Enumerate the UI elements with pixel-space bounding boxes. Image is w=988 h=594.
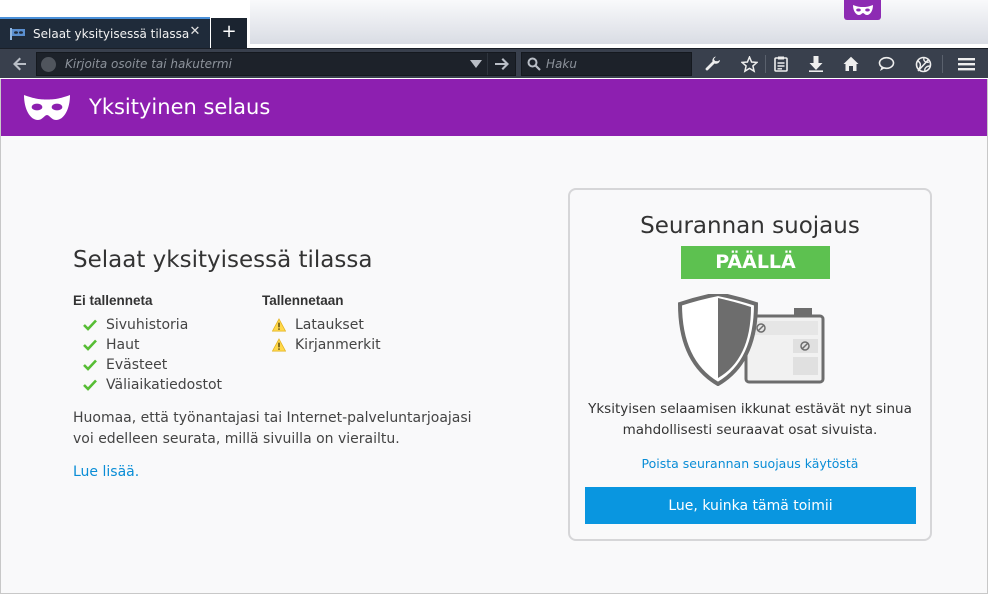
tracking-globe-icon[interactable] [910,49,936,79]
tracking-protection-card: Seurannan suojaus PÄÄLLÄ Yksityisen sela… [568,188,932,541]
home-icon[interactable] [838,49,864,79]
site-identity-icon[interactable] [41,57,56,72]
search-bar[interactable] [521,52,692,76]
private-browsing-header: Yksityinen selaus [1,79,987,136]
list-item: Haut [73,335,262,355]
tab-title: Selaat yksityisessä tilassa [33,26,190,41]
not-saved-heading: Ei tallenneta [73,293,153,308]
saved-heading: Tallennetaan [262,293,344,308]
reading-list-icon[interactable] [768,49,794,79]
list-item: Evästeet [73,355,262,375]
chat-bubble-icon[interactable] [873,49,899,79]
browser-window: Selaat yksityisessä tilassa ✕ + Kirjoita… [0,0,988,594]
back-icon[interactable] [6,49,34,79]
list-item: Kirjanmerkit [262,335,451,355]
check-icon [83,358,97,372]
private-browsing-indicator-icon [844,0,881,20]
not-saved-column: Ei tallenneta Sivuhistoria Haut Evästeet… [73,293,262,395]
tracking-protection-description: Yksityisen selaamisen ikkunat estävät ny… [588,401,912,438]
warning-icon [272,318,286,332]
downloads-icon[interactable] [803,49,829,79]
url-history-dropdown-icon[interactable] [465,53,487,75]
tracking-note: Huomaa, että työnantajasi tai Internet-p… [73,410,472,447]
menu-hamburger-icon[interactable] [952,49,980,79]
tracking-protection-heading: Seurannan suojaus [640,213,860,239]
disable-tracking-protection-link[interactable]: Poista seurannan suojaus käytöstä [570,456,930,471]
check-icon [83,318,97,332]
private-info-section: Selaat yksityisessä tilassa Ei tallennet… [73,247,513,480]
tab-close-icon[interactable]: ✕ [189,25,201,38]
list-item: Lataukset [262,315,451,335]
list-item: Sivuhistoria [73,315,262,335]
learn-more-link[interactable]: Lue lisää. [73,464,139,480]
check-icon [83,378,97,392]
navigation-toolbar [0,48,988,78]
tracking-protection-illustration [678,294,825,386]
bookmark-star-icon[interactable] [736,49,762,79]
private-tab-icon [10,27,25,40]
tab-strip: Selaat yksityisessä tilassa ✕ + [0,0,988,48]
private-mask-icon [24,95,70,120]
url-input[interactable] [65,55,465,73]
list-item: Väliaikatiedostot [73,375,262,395]
saved-column: Tallennetaan Lataukset Kirjanmerkit [262,293,451,395]
check-icon [83,338,97,352]
page-content: Yksityinen selaus Selaat yksityisessä ti… [0,79,988,594]
new-tab-button[interactable]: + [211,18,247,48]
status-badge: PÄÄLLÄ [681,246,830,279]
developer-wrench-icon[interactable] [700,49,726,79]
private-info-heading: Selaat yksityisessä tilassa [73,247,373,273]
tab-private-browsing[interactable]: Selaat yksityisessä tilassa ✕ [0,17,210,48]
search-input[interactable] [546,55,686,73]
how-it-works-button[interactable]: Lue, kuinka tämä toimii [585,487,916,524]
search-icon [527,57,541,71]
page-header-title: Yksityinen selaus [89,95,271,119]
go-arrow-icon[interactable] [487,53,516,75]
url-bar[interactable] [36,52,516,76]
warning-icon [272,338,286,352]
